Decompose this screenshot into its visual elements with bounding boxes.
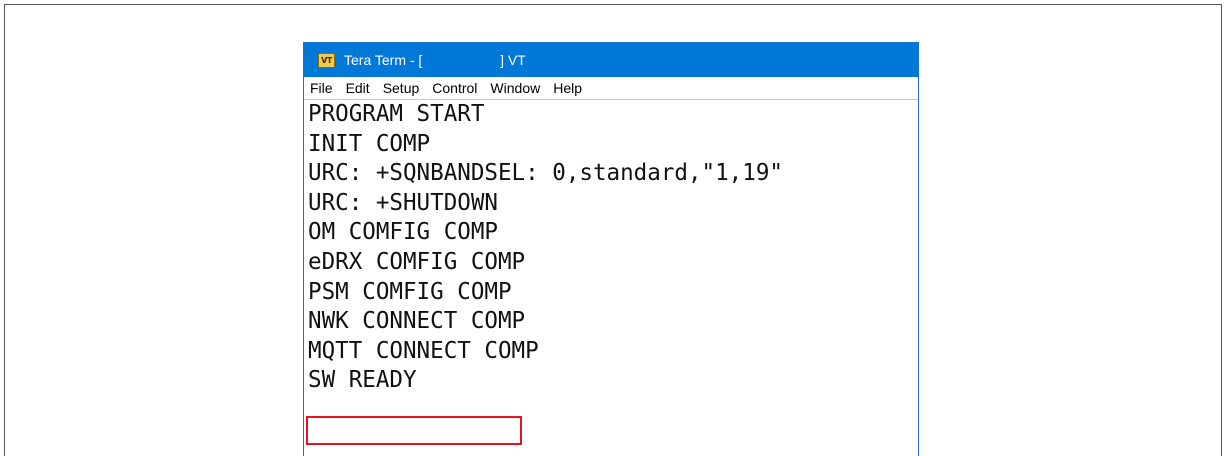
window-title: Tera Term - [ ] VT [344,52,526,68]
terminal-line-urc-sqnbandsel: URC: +SQNBANDSEL: 0,standard,"1,19" [308,160,783,187]
menu-bar: File Edit Setup Control Window Help [304,77,918,100]
terminal-line-om-config: OM COMFIG COMP [308,219,498,246]
terminal-line-mqtt-connect: MQTT CONNECT COMP [308,337,539,364]
sw-ready-highlight-box [306,416,522,445]
terminal-line-edrx-config: eDRX COMFIG COMP [308,248,526,275]
menu-help[interactable]: Help [553,80,582,96]
terminal-line-sw-ready: SW READY [308,367,417,394]
tera-term-window: VT Tera Term - [ ] VT File Edit Setup Co… [303,42,919,456]
terminal-line-init-comp: INIT COMP [308,130,431,157]
terminal-line-psm-config: PSM COMFIG COMP [308,278,512,305]
menu-file[interactable]: File [310,80,333,96]
tera-term-app-icon[interactable]: VT [318,52,335,68]
menu-setup[interactable]: Setup [383,80,420,96]
terminal-line-nwk-connect: NWK CONNECT COMP [308,308,526,335]
terminal-output[interactable]: PROGRAM START INIT COMP URC: +SQNBANDSEL… [304,100,918,456]
terminal-line-program-start: PROGRAM START [308,101,485,127]
menu-window[interactable]: Window [490,80,540,96]
title-bar[interactable]: VT Tera Term - [ ] VT [304,43,918,77]
menu-control[interactable]: Control [432,80,477,96]
terminal-line-urc-shutdown: URC: +SHUTDOWN [308,189,498,216]
menu-edit[interactable]: Edit [346,80,370,96]
